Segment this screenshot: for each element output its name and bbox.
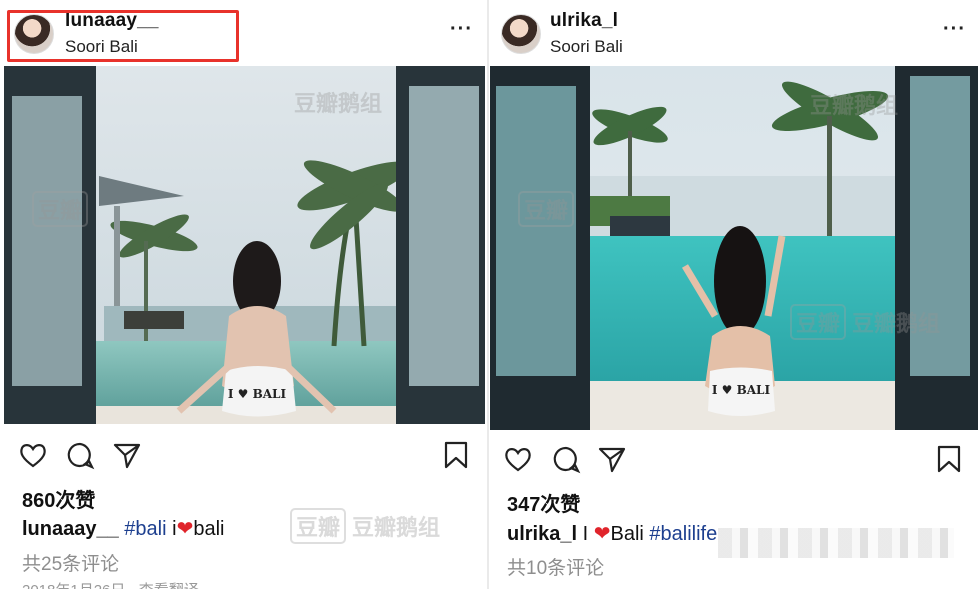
watermark: 豆瓣 bbox=[518, 191, 580, 227]
hashtag[interactable]: #balilife bbox=[649, 523, 717, 545]
comment-bubble-icon[interactable] bbox=[551, 444, 581, 474]
highlight-annotation bbox=[7, 10, 239, 62]
more-dots-icon[interactable]: ··· bbox=[450, 18, 473, 41]
caption-text: I bbox=[577, 523, 594, 545]
blurred-overlay bbox=[718, 528, 954, 558]
post-date: 2018年1月26日 · 查看翻译 bbox=[22, 579, 199, 589]
heart-outline-icon[interactable] bbox=[503, 444, 533, 474]
caption-text: i bbox=[166, 518, 177, 540]
shorts-print: I ♥ BALI bbox=[712, 383, 771, 397]
avatar[interactable] bbox=[501, 14, 541, 54]
post-photo[interactable]: I ♥ BALI 豆瓣 豆瓣鹅组 豆瓣 豆瓣鹅组 bbox=[490, 66, 978, 430]
username[interactable]: ulrika_l bbox=[550, 10, 618, 32]
view-comments-link[interactable]: 共10条评论 bbox=[507, 553, 604, 580]
comment-bubble-icon[interactable] bbox=[65, 440, 95, 470]
caption-text: bali bbox=[193, 518, 225, 540]
post-header: lunaaay__ Soori Bali ··· bbox=[0, 0, 487, 64]
caption-username[interactable]: lunaaay__ bbox=[22, 518, 119, 540]
watermark: 豆瓣 bbox=[32, 191, 94, 227]
bookmark-icon[interactable] bbox=[934, 444, 964, 474]
caption-text: Bali bbox=[610, 523, 650, 545]
like-count[interactable]: 860次赞 bbox=[22, 484, 95, 513]
watermark: 豆瓣鹅组 bbox=[810, 93, 899, 118]
post-card-2: ulrika_l Soori Bali ··· I ♥ BALI 豆瓣 豆瓣鹅组… bbox=[489, 0, 980, 589]
caption: lunaaay__ #bali i❤bali bbox=[22, 516, 224, 541]
send-icon[interactable] bbox=[112, 440, 142, 470]
heart-outline-icon[interactable] bbox=[18, 440, 48, 470]
send-icon[interactable] bbox=[597, 444, 627, 474]
watermark: 豆瓣 豆瓣鹅组 bbox=[290, 508, 440, 544]
watermark: 豆瓣鹅组 bbox=[294, 91, 383, 116]
more-dots-icon[interactable]: ··· bbox=[943, 18, 966, 41]
like-count[interactable]: 347次赞 bbox=[507, 488, 580, 517]
caption: ulrika_l I ❤Bali #balilife bbox=[507, 521, 717, 546]
location[interactable]: Soori Bali bbox=[550, 37, 623, 57]
caption-username[interactable]: ulrika_l bbox=[507, 523, 577, 545]
post-header: ulrika_l Soori Bali ··· bbox=[489, 0, 980, 64]
action-bar bbox=[489, 440, 980, 480]
photo-scene: I ♥ BALI bbox=[4, 66, 485, 424]
photo-scene: I ♥ BALI bbox=[490, 66, 978, 430]
post-photo[interactable]: I ♥ BALI 豆瓣 豆瓣鹅组 bbox=[4, 66, 485, 424]
red-heart-icon: ❤ bbox=[176, 518, 194, 540]
post-card-1: lunaaay__ Soori Bali ··· I ♥ BALI 豆瓣 豆瓣鹅… bbox=[0, 0, 487, 589]
action-bar bbox=[0, 436, 487, 476]
watermark: 豆瓣 豆瓣鹅组 bbox=[790, 304, 940, 340]
bookmark-icon[interactable] bbox=[441, 440, 471, 470]
red-heart-icon: ❤ bbox=[593, 523, 611, 545]
hashtag[interactable]: #bali bbox=[124, 518, 166, 540]
view-comments-link[interactable]: 共25条评论 bbox=[22, 549, 119, 576]
shorts-print: I ♥ BALI bbox=[228, 387, 287, 401]
